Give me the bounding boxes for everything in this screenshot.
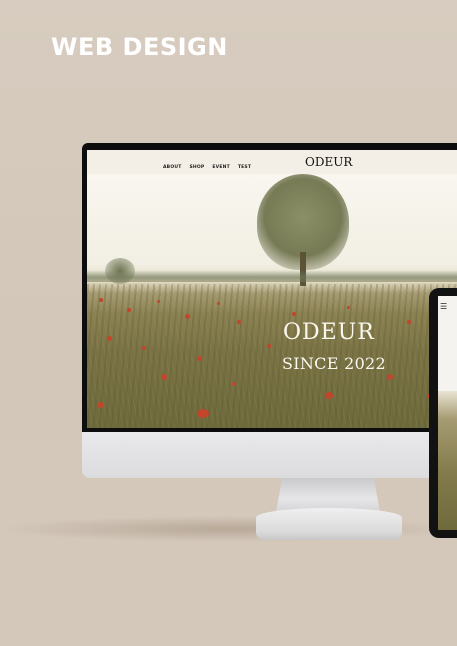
monitor-screen: ODEUR SINCE 2022 ABOUT SHOP EVENT TEST O… <box>87 150 457 428</box>
poppy <box>407 320 411 324</box>
hero-subtitle: SINCE 2022 <box>282 354 387 373</box>
hero-title: ODEUR <box>283 320 375 345</box>
poppy <box>107 336 112 341</box>
poppy <box>387 374 393 380</box>
site-logo[interactable]: ODEUR <box>305 155 352 169</box>
phone-hero-image <box>438 391 457 530</box>
poppy <box>237 320 241 324</box>
poppy <box>267 344 271 348</box>
poppy <box>185 314 190 319</box>
nav-event[interactable]: EVENT <box>212 165 229 170</box>
poppy <box>142 346 146 350</box>
hero-banner: ODEUR SINCE 2022 <box>87 174 457 428</box>
poppy <box>347 306 350 309</box>
monitor-stand-neck <box>276 478 380 512</box>
poppy <box>292 312 296 316</box>
poppy <box>325 392 333 399</box>
hamburger-menu-icon[interactable]: ☰ <box>440 302 447 311</box>
monitor-stand-base <box>256 508 402 540</box>
monitor-chin <box>82 432 457 478</box>
main-nav: ABOUT SHOP EVENT TEST <box>163 165 251 170</box>
section-title: WEB DESIGN <box>51 33 228 61</box>
poppy <box>197 409 209 418</box>
phone-screen: ☰ <box>438 296 457 530</box>
poppy <box>97 402 104 408</box>
nav-test[interactable]: TEST <box>238 165 251 170</box>
horizon <box>87 270 457 282</box>
poppy-field-image <box>87 284 457 428</box>
poppy <box>99 298 103 302</box>
nav-about[interactable]: ABOUT <box>163 165 181 170</box>
poppy <box>161 374 167 380</box>
poppy <box>217 302 220 305</box>
nav-shop[interactable]: SHOP <box>189 165 204 170</box>
poppy <box>197 356 202 361</box>
poppy <box>127 308 131 312</box>
poppy <box>157 300 160 303</box>
poppy <box>232 382 236 386</box>
